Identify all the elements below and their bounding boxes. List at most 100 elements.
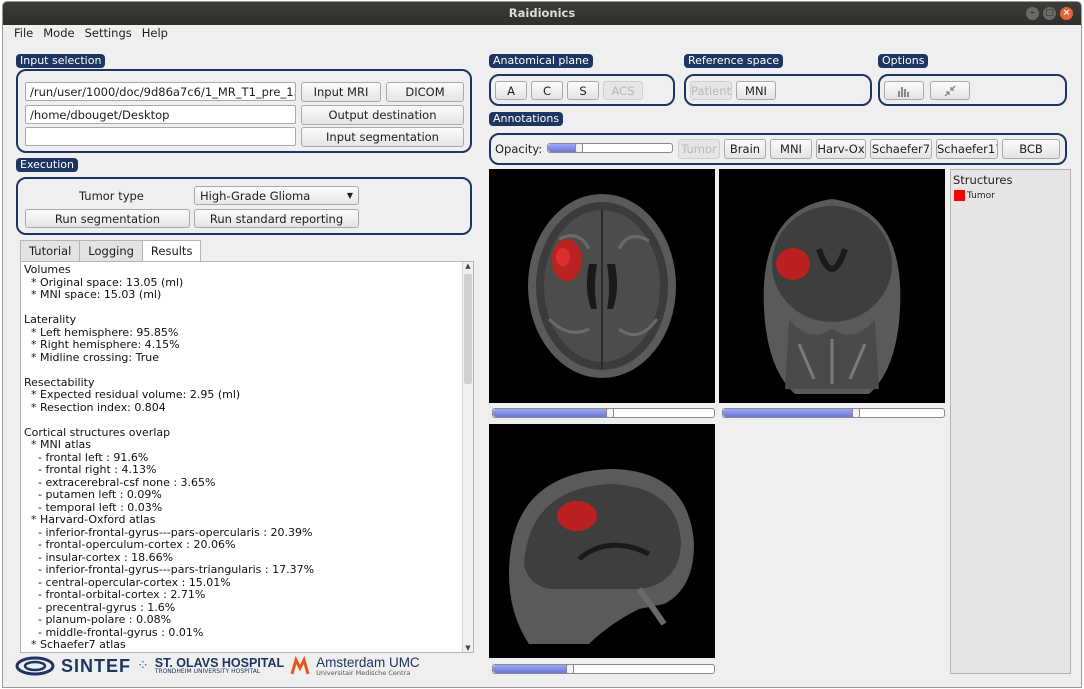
run-standard-reporting-button[interactable]: Run standard reporting (194, 209, 359, 228)
scroll-up-icon[interactable]: ▲ (463, 262, 473, 270)
menu-settings[interactable]: Settings (80, 25, 137, 42)
tumor-annotation-button[interactable]: Tumor (678, 139, 720, 159)
tab-logging[interactable]: Logging (79, 240, 143, 261)
output-path-field[interactable]: /home/dbouget/Desktop (25, 105, 296, 124)
brain-annotation-button[interactable]: Brain (724, 139, 766, 159)
output-destination-button[interactable]: Output destination (301, 105, 464, 125)
results-panel[interactable]: Volumes * Original space: 13.05 (ml) * M… (20, 261, 474, 653)
sintef-logo-text: SINTEF (61, 655, 132, 676)
mri-path-field[interactable]: /run/user/1000/doc/9d86a7c6/1_MR_T1_pre_… (25, 82, 296, 101)
sagittal-viewer[interactable] (489, 424, 715, 658)
input-selection-label: Input selection (16, 54, 106, 68)
input-segmentation-button[interactable]: Input segmentation (301, 127, 464, 147)
structure-item-tumor[interactable]: Tumor (951, 190, 1070, 201)
app-window: Raidionics – □ × File Mode Settings Help… (2, 1, 1082, 688)
histogram-icon (898, 87, 909, 97)
annotations-label: Annotations (489, 112, 564, 126)
segmentation-path-field[interactable] (25, 127, 296, 146)
histogram-button[interactable] (884, 81, 924, 100)
coronal-button[interactable]: C (531, 81, 563, 100)
results-tabs: Tutorial Logging Results (20, 240, 202, 262)
schaefer7-annotation-button[interactable]: Schaefer7 (870, 139, 932, 159)
run-segmentation-button[interactable]: Run segmentation (25, 209, 190, 228)
results-line: * Resection index: 0.804 (24, 400, 166, 414)
collapse-button[interactable] (930, 81, 970, 100)
coronal-slider-fill (723, 409, 856, 417)
acs-button[interactable]: ACS (603, 81, 643, 100)
results-line: * Schaefer7 atlas (24, 638, 126, 651)
mni-annotation-button[interactable]: MNI (770, 139, 812, 159)
window-title: Raidionics (508, 6, 576, 20)
results-scrollbar[interactable]: ▲ ▼ (462, 262, 473, 652)
amsterdam-umc-logo-icon (290, 656, 310, 675)
amsterdam-umc-logo: Amsterdam UMC Universitair Medische Cent… (316, 656, 420, 676)
opacity-slider-handle[interactable] (575, 143, 583, 153)
window-controls: – □ × (1026, 7, 1073, 20)
patient-space-button[interactable]: Patient (690, 81, 732, 100)
axial-button[interactable]: A (495, 81, 527, 100)
results-line: * Right hemisphere: 4.15% (24, 338, 180, 351)
coronal-viewer[interactable] (719, 169, 945, 403)
chevron-down-icon: ▼ (346, 191, 353, 200)
results-line: - frontal-operculum-cortex : 20.06% (24, 538, 236, 551)
results-line: - frontal right : 4.13% (24, 463, 157, 476)
coronal-slice-slider[interactable] (722, 408, 945, 418)
results-line: * Expected residual volume: 2.95 (ml) (24, 388, 241, 401)
sagittal-mri-image (509, 469, 694, 644)
menu-help[interactable]: Help (137, 25, 173, 42)
tumor-type-label: Tumor type (79, 189, 144, 203)
close-icon[interactable]: × (1060, 7, 1073, 20)
harv-ox-annotation-button[interactable]: Harv-Ox (816, 139, 866, 159)
structure-item-label: Tumor (967, 190, 995, 201)
sagittal-slider-handle[interactable] (566, 664, 574, 674)
tab-results[interactable]: Results (141, 240, 202, 262)
amsterdam-umc-subtext: Universitair Medische Centra (316, 668, 411, 677)
results-line: Cortical structures overlap (24, 425, 171, 439)
anatomical-plane-label: Anatomical plane (489, 54, 593, 68)
input-mri-button[interactable]: Input MRI (301, 82, 381, 102)
axial-mri-image (528, 194, 676, 378)
sagittal-slice-slider[interactable] (492, 664, 715, 674)
tab-tutorial[interactable]: Tutorial (20, 240, 81, 261)
logos-bar: SINTEF ⁘ ST. OLAVS HOSPITAL TRONDHEIM UN… (15, 653, 420, 679)
results-line: - frontal-orbital-cortex : 2.71% (24, 588, 206, 601)
results-line: * MNI space: 15.03 (ml) (24, 288, 162, 301)
axial-slice-slider[interactable] (492, 408, 715, 418)
results-line: - planum-polare : 0.08% (24, 613, 172, 626)
tumor-type-select[interactable]: High-Grade Glioma ▼ (194, 186, 359, 205)
results-line (24, 302, 473, 315)
results-line: * Midline crossing: True (24, 350, 159, 364)
results-line (24, 414, 473, 427)
st-olavs-subtext: TRONDHEIM UNIVERSITY HOSPITAL (154, 668, 261, 676)
schaefer17-annotation-button[interactable]: Schaefer17 (936, 139, 998, 159)
sagittal-button[interactable]: S (567, 81, 599, 100)
results-line (24, 364, 473, 377)
collapse-arrows-icon (944, 85, 956, 97)
menu-file[interactable]: File (9, 25, 38, 42)
results-line: - inferior-frontal-gyrus---pars-triangul… (24, 563, 315, 576)
menu-bar: File Mode Settings Help (3, 25, 1081, 42)
results-line: Volumes (24, 263, 71, 276)
scrollbar-thumb[interactable] (464, 274, 472, 384)
maximize-icon[interactable]: □ (1043, 7, 1056, 20)
dicom-button[interactable]: DICOM (386, 82, 464, 102)
opacity-label: Opacity: (495, 142, 543, 156)
axial-viewer[interactable] (489, 169, 715, 403)
coronal-mri-image (763, 199, 901, 394)
tumor-color-swatch (954, 190, 965, 201)
axial-slider-handle[interactable] (606, 408, 614, 418)
opacity-slider[interactable] (547, 143, 673, 153)
structures-panel: Structures Tumor (950, 169, 1071, 674)
mni-space-button[interactable]: MNI (736, 81, 776, 100)
bcb-annotation-button[interactable]: BCB (1002, 139, 1060, 159)
minimize-icon[interactable]: – (1026, 7, 1039, 20)
tumor-type-value: High-Grade Glioma (200, 189, 311, 203)
axial-slider-fill (493, 409, 610, 417)
results-line: Laterality (24, 313, 77, 326)
results-line: * Harvard-Oxford atlas (24, 513, 156, 526)
results-text: Volumes * Original space: 13.05 (ml) * M… (21, 262, 473, 652)
menu-mode[interactable]: Mode (38, 25, 79, 42)
coronal-slider-handle[interactable] (852, 408, 860, 418)
title-bar: Raidionics – □ × (3, 2, 1081, 25)
scroll-down-icon[interactable]: ▼ (463, 644, 473, 652)
